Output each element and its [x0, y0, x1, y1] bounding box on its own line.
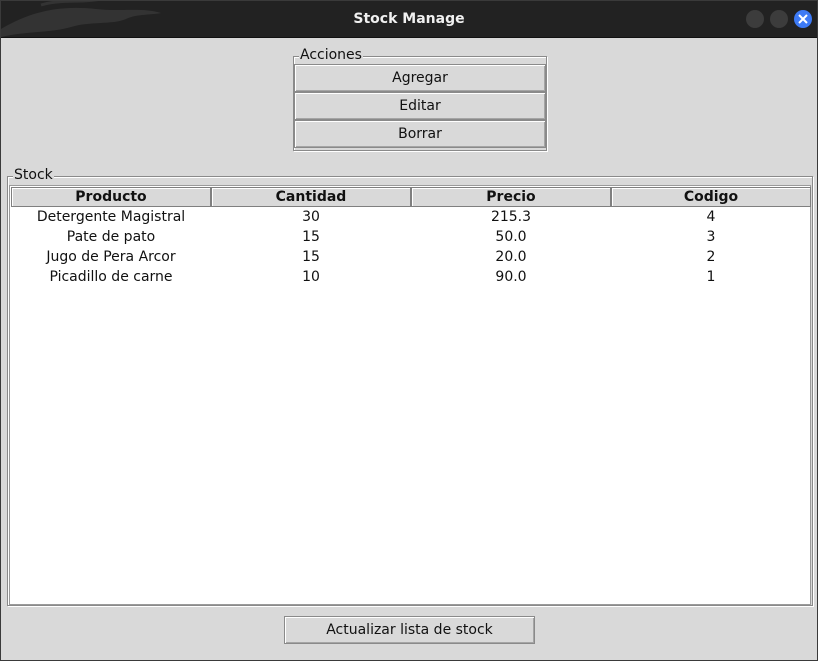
refresh-stock-button[interactable]: Actualizar lista de stock [284, 616, 535, 644]
agregar-button[interactable]: Agregar [294, 64, 546, 92]
cell-cantidad: 15 [302, 229, 320, 245]
cell-producto: Pate de pato [66, 229, 156, 245]
table-row[interactable]: Detergente Magistral 30 215.3 4 [11, 207, 811, 227]
table-row[interactable]: Pate de pato 15 50.0 3 [11, 227, 811, 247]
cell-cantidad: 10 [302, 269, 320, 285]
cell-codigo: 1 [706, 269, 716, 285]
column-header-producto[interactable]: Producto [11, 187, 211, 207]
minimize-button[interactable] [746, 10, 764, 28]
cell-codigo: 4 [706, 209, 716, 225]
close-icon [798, 14, 808, 24]
maximize-button[interactable] [770, 10, 788, 28]
cell-producto: Jugo de Pera Arcor [46, 249, 176, 265]
cell-codigo: 2 [706, 249, 716, 265]
stock-table[interactable]: Producto Cantidad Precio Codigo Detergen… [9, 185, 811, 605]
cell-producto: Detergente Magistral [36, 209, 186, 225]
table-row[interactable]: Jugo de Pera Arcor 15 20.0 2 [11, 247, 811, 267]
table-header: Producto Cantidad Precio Codigo [11, 187, 811, 207]
cell-cantidad: 30 [302, 209, 320, 225]
table-row[interactable]: Picadillo de carne 10 90.0 1 [11, 267, 811, 287]
cell-precio: 50.0 [495, 229, 527, 245]
cell-precio: 90.0 [495, 269, 527, 285]
cell-cantidad: 15 [302, 249, 320, 265]
cell-producto: Picadillo de carne [49, 269, 173, 285]
column-header-codigo[interactable]: Codigo [611, 187, 811, 207]
column-header-precio[interactable]: Precio [411, 187, 611, 207]
borrar-button[interactable]: Borrar [294, 120, 546, 148]
table-body: Detergente Magistral 30 215.3 4 Pate de … [11, 207, 811, 287]
window-title: Stock Manage [353, 11, 465, 27]
cell-precio: 215.3 [490, 209, 532, 225]
app-window: Stock Manage Acciones Agregar Editar Bor… [0, 0, 818, 661]
cell-precio: 20.0 [495, 249, 527, 265]
column-header-cantidad[interactable]: Cantidad [211, 187, 411, 207]
acciones-group-label: Acciones [299, 47, 363, 63]
title-bar[interactable]: Stock Manage [1, 1, 817, 38]
close-button[interactable] [794, 10, 812, 28]
stock-group-label: Stock [13, 167, 54, 183]
cell-codigo: 3 [706, 229, 716, 245]
editar-button[interactable]: Editar [294, 92, 546, 120]
